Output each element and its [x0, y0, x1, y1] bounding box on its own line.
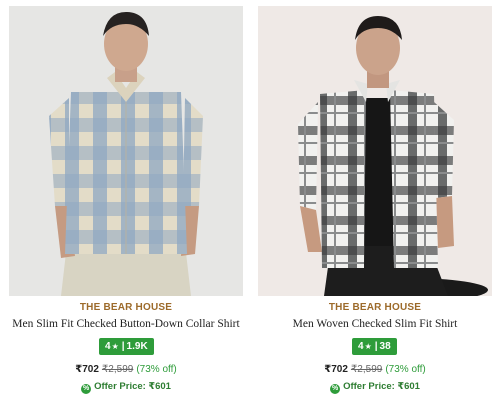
brand-name: THE BEAR HOUSE — [328, 302, 422, 313]
mrp-price: ₹2,599 — [350, 364, 383, 375]
price-row: ₹702 ₹2,599 (73% off) — [9, 364, 243, 375]
rating-badge: 4★ | 38 — [352, 338, 397, 355]
discount-tag-icon: % — [330, 384, 341, 394]
offer-price: Offer Price: ₹601 — [94, 381, 171, 392]
product-image[interactable] — [9, 6, 243, 296]
rating-separator: | — [374, 341, 378, 352]
discount-tag-icon: % — [81, 384, 92, 394]
brand-name: THE BEAR HOUSE — [79, 302, 173, 313]
selling-price: ₹702 — [75, 364, 99, 375]
mrp-price: ₹2,599 — [101, 364, 134, 375]
product-photo-blue-checked-shirt — [9, 6, 243, 296]
product-image[interactable] — [258, 6, 492, 296]
product-title[interactable]: Men Woven Checked Slim Fit Shirt — [258, 318, 492, 330]
product-photo-grey-checked-shirt — [258, 6, 492, 296]
discount-percent: (73% off) — [136, 364, 177, 375]
rating-badge: 4★ | 1.9K — [99, 338, 154, 355]
review-count: 1.9K — [126, 341, 148, 352]
rating-value: 4 — [358, 341, 364, 352]
selling-price: ₹702 — [324, 364, 348, 375]
star-icon: ★ — [364, 342, 372, 351]
rating-separator: | — [121, 341, 125, 352]
price-row: ₹702 ₹2,599 (73% off) — [258, 364, 492, 375]
offer-price-row: % Offer Price: ₹601 — [9, 381, 243, 394]
star-icon: ★ — [111, 342, 119, 351]
product-title[interactable]: Men Slim Fit Checked Button-Down Collar … — [9, 318, 243, 330]
offer-price: Offer Price: ₹601 — [343, 381, 420, 392]
product-grid: THE BEAR HOUSE Men Slim Fit Checked Butt… — [0, 0, 500, 411]
product-card[interactable]: THE BEAR HOUSE Men Slim Fit Checked Butt… — [9, 0, 243, 411]
review-count: 38 — [379, 341, 391, 352]
product-card[interactable]: THE BEAR HOUSE Men Woven Checked Slim Fi… — [258, 0, 492, 411]
rating-value: 4 — [105, 341, 111, 352]
discount-percent: (73% off) — [385, 364, 426, 375]
offer-price-row: % Offer Price: ₹601 — [258, 381, 492, 394]
